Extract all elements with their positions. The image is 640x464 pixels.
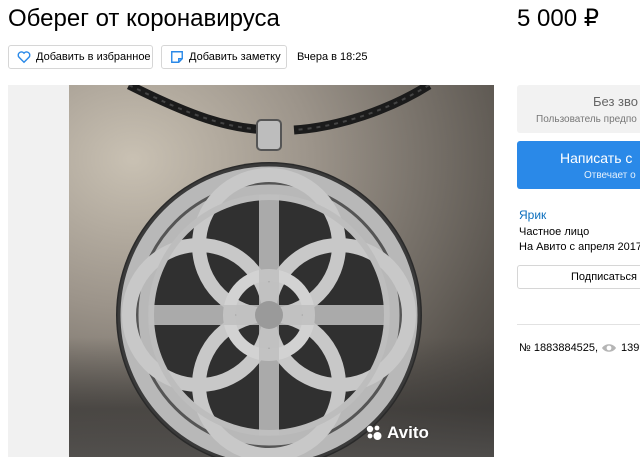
subscribe-label: Подписаться н	[571, 271, 640, 283]
add-to-favorites-label: Добавить в избранное	[36, 51, 151, 63]
add-to-favorites-button[interactable]: Добавить в избранное	[8, 45, 153, 69]
phone-label: Без зво	[593, 94, 638, 109]
price: 5 000 ₽	[517, 5, 599, 32]
divider	[517, 324, 640, 325]
subscribe-button[interactable]: Подписаться н	[517, 265, 640, 289]
product-photo[interactable]	[69, 85, 494, 457]
add-note-label: Добавить заметку	[189, 51, 281, 63]
avito-watermark: Avito	[365, 421, 429, 445]
ad-id: № 1883884525,	[519, 342, 599, 354]
photo-gallery[interactable]: Avito	[8, 85, 494, 457]
write-message-label: Написать с	[560, 150, 633, 166]
seller-name-link[interactable]: Ярик	[519, 208, 546, 222]
note-icon	[171, 51, 183, 63]
heart-icon	[17, 51, 31, 64]
watermark-text: Avito	[387, 423, 429, 442]
page-title: Оберег от коронавируса	[8, 5, 280, 32]
posted-date: Вчера в 18:25	[297, 51, 368, 63]
avito-logo-icon	[366, 425, 382, 440]
eye-icon	[602, 344, 616, 352]
add-note-button[interactable]: Добавить заметку	[161, 45, 287, 69]
amulet-pendant-image	[116, 85, 432, 457]
seller-since: На Авито с апреля 2017	[519, 241, 640, 253]
phone-sub-label: Пользователь предпо	[536, 114, 637, 125]
show-phone-card[interactable]: Без зво Пользователь предпо	[517, 85, 640, 133]
write-message-button[interactable]: Написать с Отвечает о	[517, 141, 640, 189]
views-count: 1399	[621, 342, 640, 354]
write-message-sub: Отвечает о	[584, 170, 636, 181]
seller-type: Частное лицо	[519, 226, 590, 238]
